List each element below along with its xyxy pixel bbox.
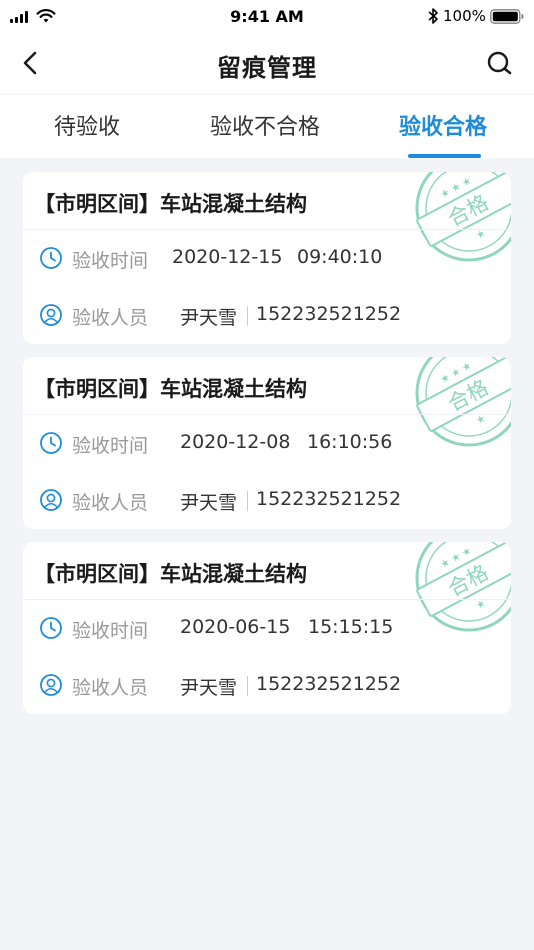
card-title: 【市明区间】车站混凝土结构 bbox=[34, 562, 307, 586]
page-title: 留痕管理 bbox=[217, 54, 317, 82]
acceptance-person-row: 验收人员 尹天雪 152232521252 bbox=[39, 672, 499, 699]
clock-icon bbox=[40, 617, 62, 639]
time-label: 验收时间 bbox=[72, 620, 149, 642]
person-phone[interactable]: 152232521252 bbox=[256, 488, 401, 510]
battery-percent: 100% bbox=[443, 7, 486, 25]
svg-text:★: ★ bbox=[475, 413, 488, 427]
tab-failed[interactable]: 验收不合格 bbox=[210, 109, 320, 141]
user-icon bbox=[40, 674, 62, 696]
record-card[interactable]: 合格 ★ ★ ★ ★ 【市明区间】车站混凝土结构 验收时间 2020-12-15… bbox=[23, 172, 511, 344]
tab-pending[interactable]: 待验收 bbox=[54, 109, 120, 141]
active-tab-indicator bbox=[408, 154, 481, 158]
person-label: 验收人员 bbox=[72, 677, 149, 699]
person-name: 尹天雪 bbox=[180, 492, 238, 514]
person-phone[interactable]: 152232521252 bbox=[256, 673, 401, 695]
person-name: 尹天雪 bbox=[180, 677, 238, 699]
user-icon bbox=[40, 489, 62, 511]
acceptance-time: 09:40:10 bbox=[297, 246, 383, 268]
card-title: 【市明区间】车站混凝土结构 bbox=[34, 192, 307, 216]
card-title: 【市明区间】车站混凝土结构 bbox=[34, 377, 307, 401]
acceptance-date: 2020-06-15 bbox=[180, 616, 291, 638]
acceptance-time-row: 验收时间 2020-12-08 16:10:56 bbox=[39, 430, 499, 457]
bluetooth-icon bbox=[428, 8, 438, 24]
person-phone[interactable]: 152232521252 bbox=[256, 303, 401, 325]
acceptance-time: 15:15:15 bbox=[308, 616, 394, 638]
person-name: 尹天雪 bbox=[180, 307, 238, 329]
card-divider bbox=[23, 414, 511, 415]
nav-bar: 留痕管理 bbox=[0, 34, 534, 94]
card-divider bbox=[23, 599, 511, 600]
person-label: 验收人员 bbox=[72, 307, 149, 329]
user-icon bbox=[40, 304, 62, 326]
tab-bar: 待验收 验收不合格 验收合格 bbox=[0, 94, 534, 158]
acceptance-time-row: 验收时间 2020-12-15 09:40:10 bbox=[39, 245, 499, 272]
separator bbox=[247, 306, 248, 326]
card-divider bbox=[23, 229, 511, 230]
svg-text:★: ★ bbox=[475, 228, 488, 242]
acceptance-date: 2020-12-15 bbox=[172, 246, 283, 268]
battery-icon bbox=[490, 9, 524, 24]
acceptance-person-row: 验收人员 尹天雪 152232521252 bbox=[39, 487, 499, 514]
person-label: 验收人员 bbox=[72, 492, 149, 514]
time-label: 验收时间 bbox=[72, 435, 149, 457]
acceptance-time-row: 验收时间 2020-06-15 15:15:15 bbox=[39, 615, 499, 642]
status-bar: 9:41 AM 100% bbox=[0, 0, 534, 34]
acceptance-person-row: 验收人员 尹天雪 152232521252 bbox=[39, 302, 499, 329]
separator bbox=[247, 676, 248, 696]
svg-text:★: ★ bbox=[475, 598, 488, 612]
time-label: 验收时间 bbox=[72, 250, 149, 272]
clock-icon bbox=[40, 432, 62, 454]
acceptance-time: 16:10:56 bbox=[307, 431, 393, 453]
acceptance-date: 2020-12-08 bbox=[180, 431, 291, 453]
search-icon[interactable] bbox=[484, 48, 514, 78]
clock-icon bbox=[40, 247, 62, 269]
record-card[interactable]: 合格 ★ ★ ★ ★ 【市明区间】车站混凝土结构 验收时间 2020-12-08… bbox=[23, 357, 511, 529]
separator bbox=[247, 491, 248, 511]
tab-passed[interactable]: 验收合格 bbox=[399, 109, 487, 141]
record-card[interactable]: 合格 ★ ★ ★ ★ 【市明区间】车站混凝土结构 验收时间 2020-06-15… bbox=[23, 542, 511, 714]
